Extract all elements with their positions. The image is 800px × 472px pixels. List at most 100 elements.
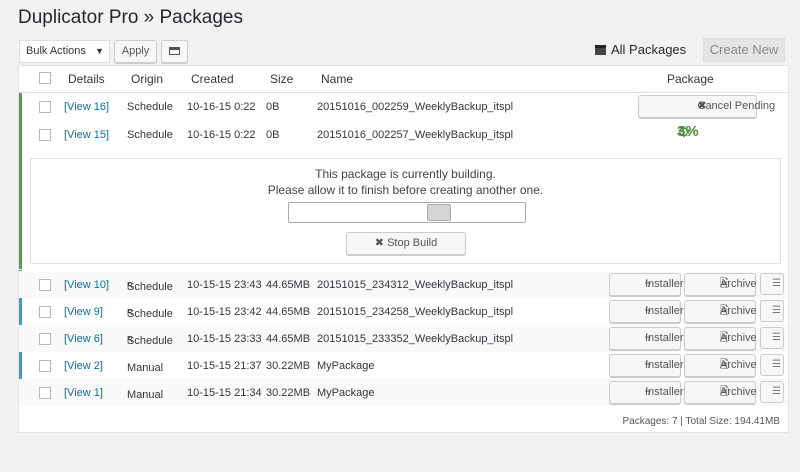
installer-label: Installer [645,305,684,317]
database-button[interactable]: ☰ [760,354,784,376]
row-checkbox[interactable] [39,129,51,141]
size: 0B [266,129,280,141]
all-packages-link[interactable]: All Packages [595,42,686,57]
package-name: 20151016_002257_WeeklyBackup_itspl [317,129,514,141]
build-status-box: This package is currently building. Plea… [30,158,781,264]
database-button[interactable]: ☰ [760,381,784,403]
progress-percent: 3% [677,123,699,140]
database-button[interactable]: ☰ [760,300,784,322]
details-link[interactable]: [View 6] [64,333,103,345]
created: 10-15-15 23:43 [187,279,262,291]
close-icon: ✖ [374,237,384,249]
database-icon: ☰ [772,332,781,343]
create-new-button[interactable]: Create New [703,38,785,62]
archive-button[interactable]: 🗎 Archive [684,354,757,377]
database-icon: ☰ [772,359,781,370]
build-progress-bar [288,202,526,223]
archive-button[interactable]: 🗎 Archive [684,300,757,323]
origin: Schedule [127,129,173,141]
apply-button[interactable]: Apply [114,40,157,63]
archive-box-icon [595,45,606,55]
installer-button[interactable]: ϟ Installer [609,300,684,323]
archive-button[interactable]: 🗎 Archive [684,327,757,350]
details-link[interactable]: [View 15] [64,129,109,141]
archive-label: Archive [720,359,757,371]
installer-label: Installer [645,332,684,344]
table-row: [View 2] Manual 10-15-15 21:37 30.22MB M… [19,352,788,379]
table-row: [View 10] Schedule R 10-15-15 23:43 44.6… [19,271,788,298]
archive-label: Archive [720,278,757,290]
select-all-checkbox[interactable] [39,72,51,84]
created: 10-15-15 21:37 [187,360,262,372]
size: 0B [266,101,280,113]
created: 10-15-15 21:34 [187,387,262,399]
installer-label: Installer [645,386,684,398]
details-link[interactable]: [View 9] [64,306,103,318]
details-link[interactable]: [View 16] [64,101,109,113]
table-row: [View 15] Schedule 10-16-15 0:22 0B 2015… [19,121,788,148]
database-icon: ☰ [772,386,781,397]
database-button[interactable]: ☰ [760,327,784,349]
archive-label: Archive [720,386,757,398]
col-name: Name [321,72,354,86]
origin-label: Schedule [127,281,173,293]
table-row: [View 1] Manual 10-15-15 21:34 30.22MB M… [19,379,788,406]
col-package: Package [667,72,714,86]
size: 44.65MB [266,279,311,291]
build-message-line2: Please allow it to finish before creatin… [267,183,544,197]
installer-button[interactable]: ϟ Installer [609,273,684,296]
origin-label: Manual [127,362,164,374]
row-checkbox[interactable] [39,360,51,372]
stop-build-label: Stop Build [387,237,438,249]
cancel-pending-label: Cancel Pending [697,100,776,112]
installer-button[interactable]: ϟ Installer [609,354,684,377]
created: 10-15-15 23:42 [187,306,262,318]
database-icon: ☰ [772,305,781,316]
origin-label: Schedule [127,308,173,320]
row-checkbox[interactable] [39,101,51,113]
recurring-marker: R [127,335,133,344]
origin-label: Schedule [127,335,173,347]
list-icon [169,47,180,55]
stop-build-button[interactable]: ✖ Stop Build [346,232,466,255]
row-checkbox[interactable] [39,333,51,345]
package-name: 20151015_233352_WeeklyBackup_itspl [317,333,514,345]
table-row: [View 16] Schedule 10-16-15 0:22 0B 2015… [19,93,788,120]
col-details: Details [68,72,105,86]
cancel-pending-button[interactable]: ✖ Cancel Pending [638,95,775,118]
details-link[interactable]: [View 10] [64,279,109,291]
installer-button[interactable]: ϟ Installer [609,327,684,350]
details-link[interactable]: [View 2] [64,360,103,372]
origin: Schedule [127,101,173,113]
created: 10-16-15 0:22 [187,129,256,141]
origin-label: Manual [127,389,164,401]
size: 44.65MB [266,306,311,318]
database-button[interactable]: ☰ [760,273,784,295]
archive-label: Archive [720,305,757,317]
size: 30.22MB [266,360,311,372]
package-name: MyPackage [317,387,375,399]
installer-button[interactable]: ϟ Installer [609,381,684,404]
table-header: Details Origin Created Size Name Package [19,66,788,93]
row-checkbox[interactable] [39,279,51,291]
size: 44.65MB [266,333,311,345]
installer-label: Installer [645,359,684,371]
row-checkbox[interactable] [39,306,51,318]
packages-table: Details Origin Created Size Name Package… [18,65,789,433]
archive-button[interactable]: 🗎 Archive [684,381,757,404]
archive-button[interactable]: 🗎 Archive [684,273,757,296]
details-link[interactable]: [View 1] [64,387,103,399]
table-row: [View 6] Schedule R 10-15-15 23:33 44.65… [19,325,788,352]
database-icon: ☰ [772,278,781,289]
recurring-marker: R [127,308,133,317]
page-title: Duplicator Pro » Packages [18,7,243,28]
view-options-button[interactable] [161,40,188,63]
bulk-actions-value: Bulk Actions [26,45,86,57]
col-size: Size [270,72,294,86]
caret-down-icon: ▼ [95,46,104,56]
bulk-actions-select[interactable]: Bulk Actions ▼ [19,40,110,63]
size: 30.22MB [266,387,311,399]
created: 10-15-15 23:33 [187,333,262,345]
created: 10-16-15 0:22 [187,101,256,113]
row-checkbox[interactable] [39,387,51,399]
